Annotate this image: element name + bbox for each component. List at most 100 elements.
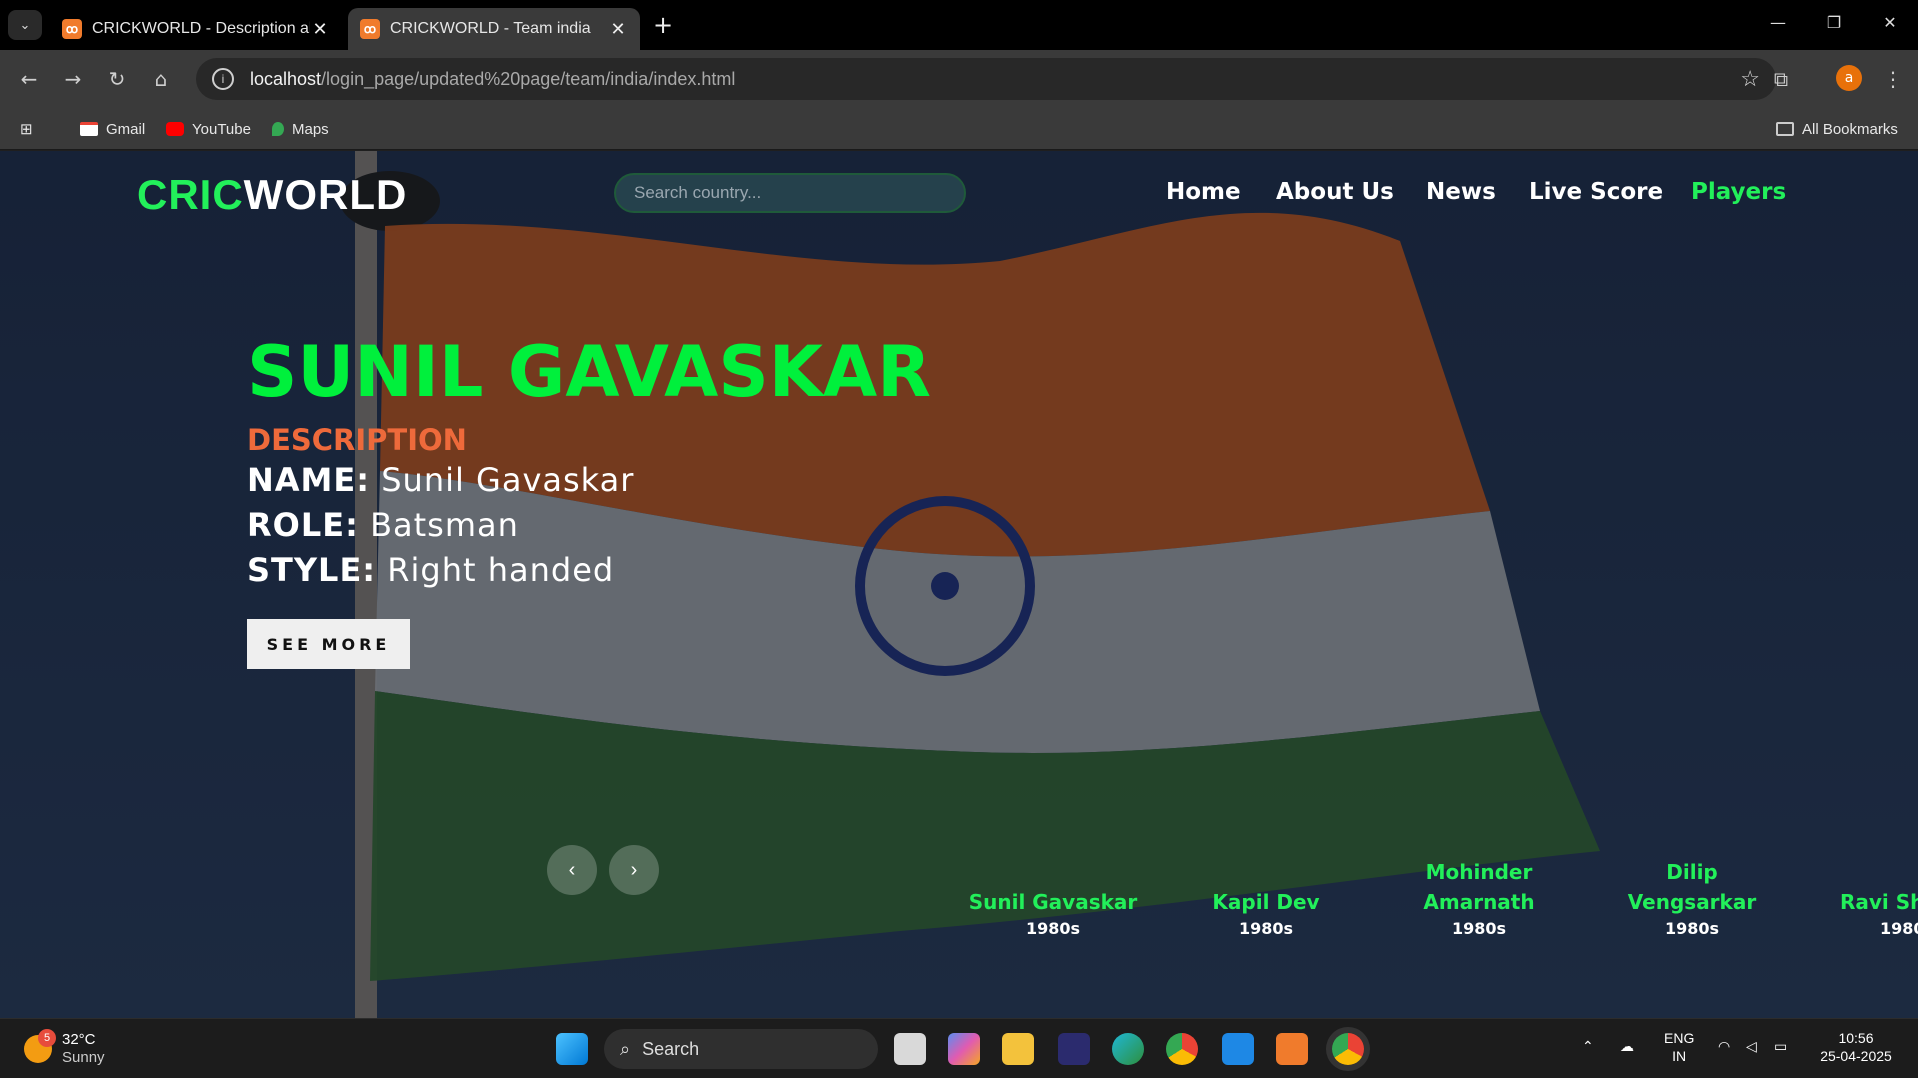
logo-world: WORLD — [243, 171, 408, 218]
player-thumb[interactable]: Sunil Gavaskar 1980s — [958, 887, 1148, 941]
file-explorer-icon[interactable] — [1002, 1033, 1034, 1065]
field-value: Batsman — [370, 506, 519, 544]
thumb-name: Kapil Dev — [1212, 890, 1320, 914]
profile-avatar[interactable]: a — [1836, 65, 1862, 91]
url-path: /login_page/updated%20page/team/india/in… — [321, 68, 736, 89]
tab-title: CRICKWORLD - Description abo — [92, 20, 310, 37]
temperature: 32°C — [62, 1031, 96, 1048]
close-window-icon[interactable]: ✕ — [1870, 8, 1910, 38]
time: 10:56 — [1838, 1030, 1874, 1046]
bookmark-youtube[interactable]: YouTube — [166, 118, 251, 140]
youtube-icon — [166, 122, 184, 136]
player-thumb[interactable]: Ravi Sh 1980 — [1840, 887, 1918, 941]
player-title: SUNIL GAVASKAR — [247, 331, 932, 413]
xampp-icon[interactable] — [1276, 1033, 1308, 1065]
bookmark-gmail[interactable]: Gmail — [80, 118, 145, 140]
xampp-favicon-icon: ꝏ — [62, 19, 82, 39]
battery-icon[interactable]: ▭ — [1774, 1037, 1787, 1055]
tab-description[interactable]: ꝏ CRICKWORLD - Description abo ✕ — [50, 8, 342, 50]
next-arrow-icon[interactable]: › — [609, 845, 659, 895]
date: 25-04-2025 — [1820, 1048, 1892, 1064]
reload-icon[interactable]: ↻ — [102, 64, 132, 94]
tab-search-button[interactable]: ⌄ — [8, 10, 42, 40]
tab-strip: ⌄ ꝏ CRICKWORLD - Description abo ✕ ꝏ CRI… — [0, 0, 1918, 50]
player-thumb[interactable]: Kapil Dev 1980s — [1171, 887, 1361, 941]
see-more-button[interactable]: SEE MORE — [247, 619, 410, 669]
forward-icon[interactable]: → — [58, 64, 88, 94]
taskbar-search[interactable]: ⌕ Search — [604, 1029, 878, 1069]
close-tab-icon[interactable]: ✕ — [310, 19, 330, 40]
thumb-era: 1980s — [1664, 919, 1720, 938]
field-style: STYLE: Right handed — [247, 551, 614, 589]
menu-kebab-icon[interactable]: ⋮ — [1878, 64, 1908, 94]
tab-team-india[interactable]: ꝏ CRICKWORLD - Team india ✕ — [348, 8, 640, 50]
thumb-era: 1980s — [1238, 919, 1294, 938]
thumb-name: Dilip Vengsarkar — [1627, 860, 1757, 914]
thumb-name: Mohinder Amarnath — [1423, 860, 1535, 914]
prev-arrow-icon[interactable]: ‹ — [547, 845, 597, 895]
vscode-icon[interactable] — [1222, 1033, 1254, 1065]
bookmark-label: YouTube — [192, 120, 251, 138]
windows-taskbar: 5 32°C Sunny ⌕ Search ⌃ ☁ ENG IN ◠ ◁ ▭ 1… — [0, 1018, 1918, 1078]
new-tab-button[interactable]: + — [650, 12, 676, 38]
chrome-active-icon[interactable] — [1332, 1033, 1364, 1065]
player-thumb[interactable]: Mohinder Amarnath 1980s — [1384, 857, 1574, 941]
tray-chevron-icon[interactable]: ⌃ — [1582, 1037, 1594, 1055]
search-country-input[interactable] — [614, 173, 966, 213]
nav-about-us[interactable]: About Us — [1276, 179, 1394, 205]
description-heading: DESCRIPTION — [247, 423, 467, 457]
restore-icon[interactable]: ❐ — [1814, 8, 1854, 38]
chrome-icon[interactable] — [1166, 1033, 1198, 1065]
address-bar[interactable]: i localhost/login_page/updated%20page/te… — [196, 58, 1776, 100]
wifi-icon[interactable]: ◠ — [1718, 1037, 1730, 1055]
site-logo[interactable]: CRICWORLD — [137, 171, 407, 219]
copilot-icon[interactable] — [948, 1033, 980, 1065]
windows-start-icon[interactable] — [556, 1033, 588, 1065]
intellij-icon[interactable] — [1058, 1033, 1090, 1065]
weather-widget[interactable]: 5 32°C Sunny — [24, 1029, 105, 1067]
maps-pin-icon — [272, 122, 284, 136]
nav-home[interactable]: Home — [1166, 179, 1241, 205]
language-indicator[interactable]: ENG IN — [1664, 1029, 1694, 1065]
close-tab-icon[interactable]: ✕ — [608, 19, 628, 40]
all-bookmarks[interactable]: All Bookmarks — [1776, 118, 1898, 140]
extensions-icon[interactable]: ⧉ — [1766, 64, 1796, 94]
onedrive-icon[interactable]: ☁ — [1620, 1037, 1634, 1055]
task-view-icon[interactable] — [894, 1033, 926, 1065]
field-value: Right handed — [387, 551, 615, 589]
nav-live-score[interactable]: Live Score — [1529, 179, 1663, 205]
home-icon[interactable]: ⌂ — [146, 64, 176, 94]
all-bookmarks-label: All Bookmarks — [1802, 120, 1898, 138]
browser-toolbar: ← → ↻ ⌂ i localhost/login_page/updated%2… — [0, 50, 1918, 108]
thumb-era: 1980 — [1880, 919, 1918, 938]
edge-icon[interactable] — [1112, 1033, 1144, 1065]
bookmark-maps[interactable]: Maps — [272, 118, 329, 140]
volume-icon[interactable]: ◁ — [1746, 1037, 1757, 1055]
thumb-era: 1980s — [1025, 919, 1081, 938]
logo-cric: CRIC — [137, 171, 244, 218]
lang-code: ENG — [1664, 1030, 1695, 1046]
page-viewport: CRICWORLD Home About Us News Live Score … — [0, 151, 1918, 1018]
folder-icon — [1776, 122, 1794, 136]
field-role: ROLE: Batsman — [247, 506, 519, 544]
xampp-favicon-icon: ꝏ — [360, 19, 380, 39]
bookmark-star-icon[interactable]: ☆ — [1740, 66, 1760, 92]
weather-condition: Sunny — [62, 1049, 105, 1066]
minimize-icon[interactable]: — — [1758, 8, 1798, 38]
field-label: STYLE: — [247, 551, 377, 589]
bookmark-label: Gmail — [106, 120, 146, 138]
back-icon[interactable]: ← — [14, 64, 44, 94]
nav-news[interactable]: News — [1426, 179, 1496, 205]
tab-title: CRICKWORLD - Team india — [390, 20, 591, 37]
apps-grid-icon[interactable]: ⊞ — [20, 118, 33, 140]
bookmarks-bar: ⊞ Gmail YouTube Maps All Bookmarks — [0, 108, 1918, 150]
thumb-era: 1980s — [1451, 919, 1507, 938]
clock[interactable]: 10:56 25-04-2025 — [1816, 1029, 1896, 1065]
weather-badge: 5 — [38, 1029, 56, 1047]
field-label: NAME: — [247, 461, 371, 499]
site-info-icon[interactable]: i — [212, 68, 234, 90]
player-thumb[interactable]: Dilip Vengsarkar 1980s — [1597, 857, 1787, 941]
search-icon: ⌕ — [620, 1038, 631, 1059]
nav-players[interactable]: Players — [1691, 179, 1786, 205]
gmail-icon — [80, 122, 98, 136]
